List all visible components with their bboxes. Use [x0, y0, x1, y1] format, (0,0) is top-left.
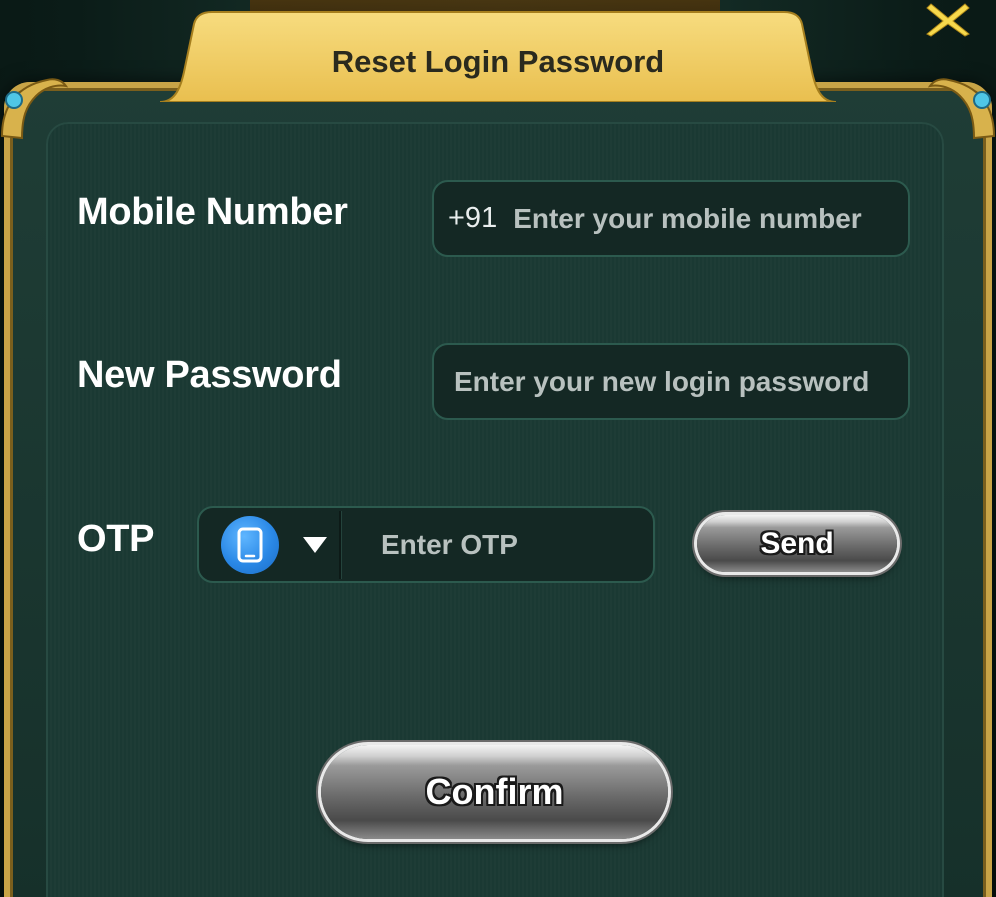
dialog-title: Reset Login Password	[331, 44, 665, 79]
gold-corner-ornament-left	[0, 78, 69, 140]
otp-method-dropdown[interactable]	[199, 508, 339, 581]
new-password-label: New Password	[77, 354, 342, 396]
mobile-number-input[interactable]	[513, 202, 908, 235]
otp-field[interactable]	[197, 506, 655, 583]
gold-corner-ornament-right	[927, 78, 996, 140]
send-button-label: Send	[760, 526, 834, 560]
close-button[interactable]	[920, 0, 976, 40]
new-password-field[interactable]	[432, 343, 910, 420]
country-code-prefix: +91	[448, 202, 498, 234]
close-x-icon	[926, 3, 970, 37]
confirm-button-label: Confirm	[425, 771, 564, 812]
confirm-button[interactable]: Confirm	[321, 745, 668, 839]
otp-input[interactable]	[381, 528, 653, 561]
mobile-number-field[interactable]: +91	[432, 180, 910, 257]
new-password-input[interactable]	[454, 365, 908, 398]
game-screen: Reset Login Password Mobile Number +91 N…	[0, 0, 996, 897]
title-tab: Reset Login Password	[160, 10, 836, 102]
otp-divider	[339, 510, 341, 579]
dropdown-caret-icon	[303, 536, 327, 553]
otp-label: OTP	[77, 518, 155, 560]
mobile-number-label: Mobile Number	[77, 191, 348, 233]
phone-icon	[221, 515, 279, 574]
send-otp-button[interactable]: Send	[697, 515, 897, 572]
